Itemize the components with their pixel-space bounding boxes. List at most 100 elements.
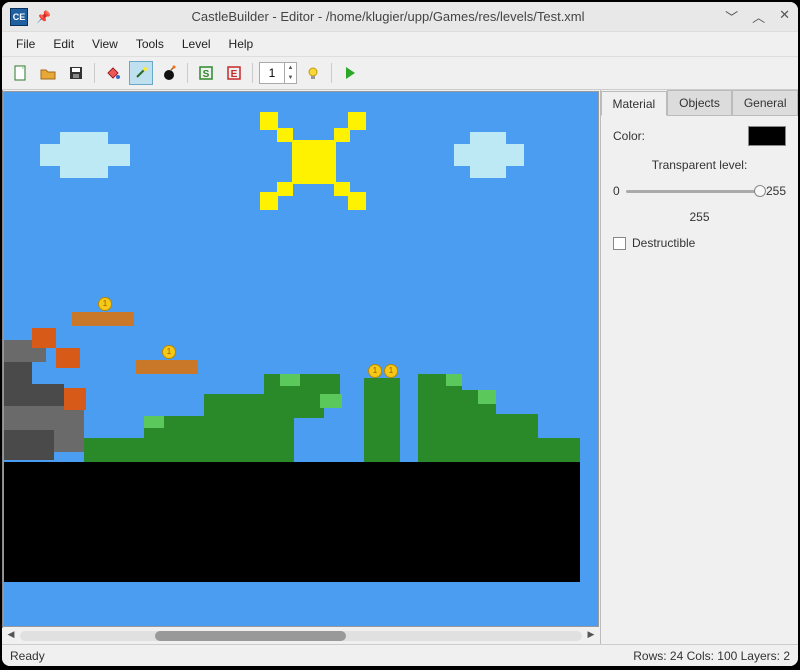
sun-ray [348,112,366,130]
horizontal-scrollbar[interactable]: ◀ ▶ [2,628,600,644]
grass-block [418,414,538,440]
menu-file[interactable]: File [8,34,43,54]
toolbar-separator [252,63,253,83]
menu-view[interactable]: View [84,34,126,54]
grass-block [144,416,294,440]
scroll-left-icon[interactable]: ◀ [4,629,18,643]
menu-tools[interactable]: Tools [128,34,172,54]
menubar: File Edit View Tools Level Help [2,32,798,56]
cloud-block [60,166,108,178]
cloud-block [60,132,108,144]
pillar-block [364,378,400,462]
sun-ray [334,128,350,142]
sun-ray [277,182,293,196]
minimize-button[interactable]: ﹀ [725,7,738,26]
app-icon: CE [10,8,28,26]
canvas-area: 1 1 1 1 [2,90,601,644]
fill-button[interactable] [101,61,125,85]
grass-lite-block [446,374,462,386]
panel-tabs: Material Objects General [601,90,798,116]
open-button[interactable] [36,61,60,85]
ground-block [4,462,580,582]
slider-value: 255 [613,210,786,224]
bulb-button[interactable] [301,61,325,85]
coin-icon: 1 [98,297,112,311]
cloud-block [470,166,506,178]
layer-spinbox[interactable]: ▲ ▼ [259,62,297,84]
svg-text:S: S [203,69,210,80]
status-ready: Ready [10,649,45,663]
spin-down-icon[interactable]: ▼ [285,73,296,83]
slider-thumb[interactable] [754,185,766,197]
save-button[interactable] [64,61,88,85]
material-panel: Color: Transparent level: 0 255 255 Dest… [601,116,798,260]
cloud-block [454,144,524,166]
new-button[interactable] [8,61,32,85]
window-title: CastleBuilder - Editor - /home/klugier/u… [59,9,717,24]
rock-block [4,430,54,460]
menu-edit[interactable]: Edit [45,34,82,54]
grass-lite-block [144,416,164,428]
maximize-button[interactable]: ︿ [752,7,765,26]
transparent-slider[interactable]: 0 255 [613,184,786,198]
rock-block [4,362,32,384]
tab-objects[interactable]: Objects [667,90,733,115]
platform-block [72,312,134,326]
scroll-right-icon[interactable]: ▶ [584,629,598,643]
cloud-block [40,144,130,166]
coin-icon: 1 [368,364,382,378]
spin-up-icon[interactable]: ▲ [285,63,296,73]
statusbar: Ready Rows: 24 Cols: 100 Layers: 2 [2,644,798,666]
app-window: CE 📌 CastleBuilder - Editor - /home/klug… [2,2,798,666]
start-button[interactable]: S [194,61,218,85]
side-panel: Material Objects General Color: Transpar… [601,90,798,644]
sun-ray [334,182,350,196]
scrollbar-thumb[interactable] [155,631,346,641]
grass-lite-block [478,390,496,404]
titlebar: CE 📌 CastleBuilder - Editor - /home/klug… [2,2,798,32]
menu-help[interactable]: Help [221,34,262,54]
wand-button[interactable] [129,61,153,85]
color-swatch[interactable] [748,126,786,146]
status-info: Rows: 24 Cols: 100 Layers: 2 [633,649,790,663]
grass-lite-block [280,374,300,386]
level-canvas[interactable]: 1 1 1 1 [3,91,599,627]
menu-level[interactable]: Level [174,34,219,54]
destructible-label: Destructible [632,236,695,250]
lava-block [64,388,86,410]
tab-material[interactable]: Material [601,91,667,116]
coin-icon: 1 [384,364,398,378]
content-area: 1 1 1 1 [2,90,798,644]
sun-ray [277,128,293,142]
bomb-button[interactable] [157,61,181,85]
grass-block [84,438,294,462]
layer-value[interactable] [260,66,284,80]
grass-block [418,438,580,462]
end-button[interactable]: E [222,61,246,85]
lava-block [32,328,56,348]
platform-block [136,360,198,374]
coin-icon: 1 [162,345,176,359]
pin-icon[interactable]: 📌 [36,10,51,24]
scrollbar-track[interactable] [20,631,582,641]
slider-track[interactable] [626,190,760,193]
slider-min: 0 [613,184,620,198]
toolbar-separator [331,63,332,83]
cloud-block [470,132,506,144]
slider-max: 255 [766,184,786,198]
sun-ray [348,192,366,210]
sun-ray [260,192,278,210]
rock-block [4,384,64,406]
close-button[interactable]: ✕ [779,7,790,26]
sun-block [292,140,336,184]
lava-block [56,348,80,368]
destructible-checkbox[interactable] [613,237,626,250]
tab-general[interactable]: General [732,90,798,115]
sun-ray [260,112,278,130]
svg-text:E: E [231,69,238,80]
play-button[interactable] [338,61,362,85]
toolbar-separator [94,63,95,83]
toolbar-separator [187,63,188,83]
transparent-label: Transparent level: [613,158,786,172]
window-controls: ﹀ ︿ ✕ [725,7,790,26]
